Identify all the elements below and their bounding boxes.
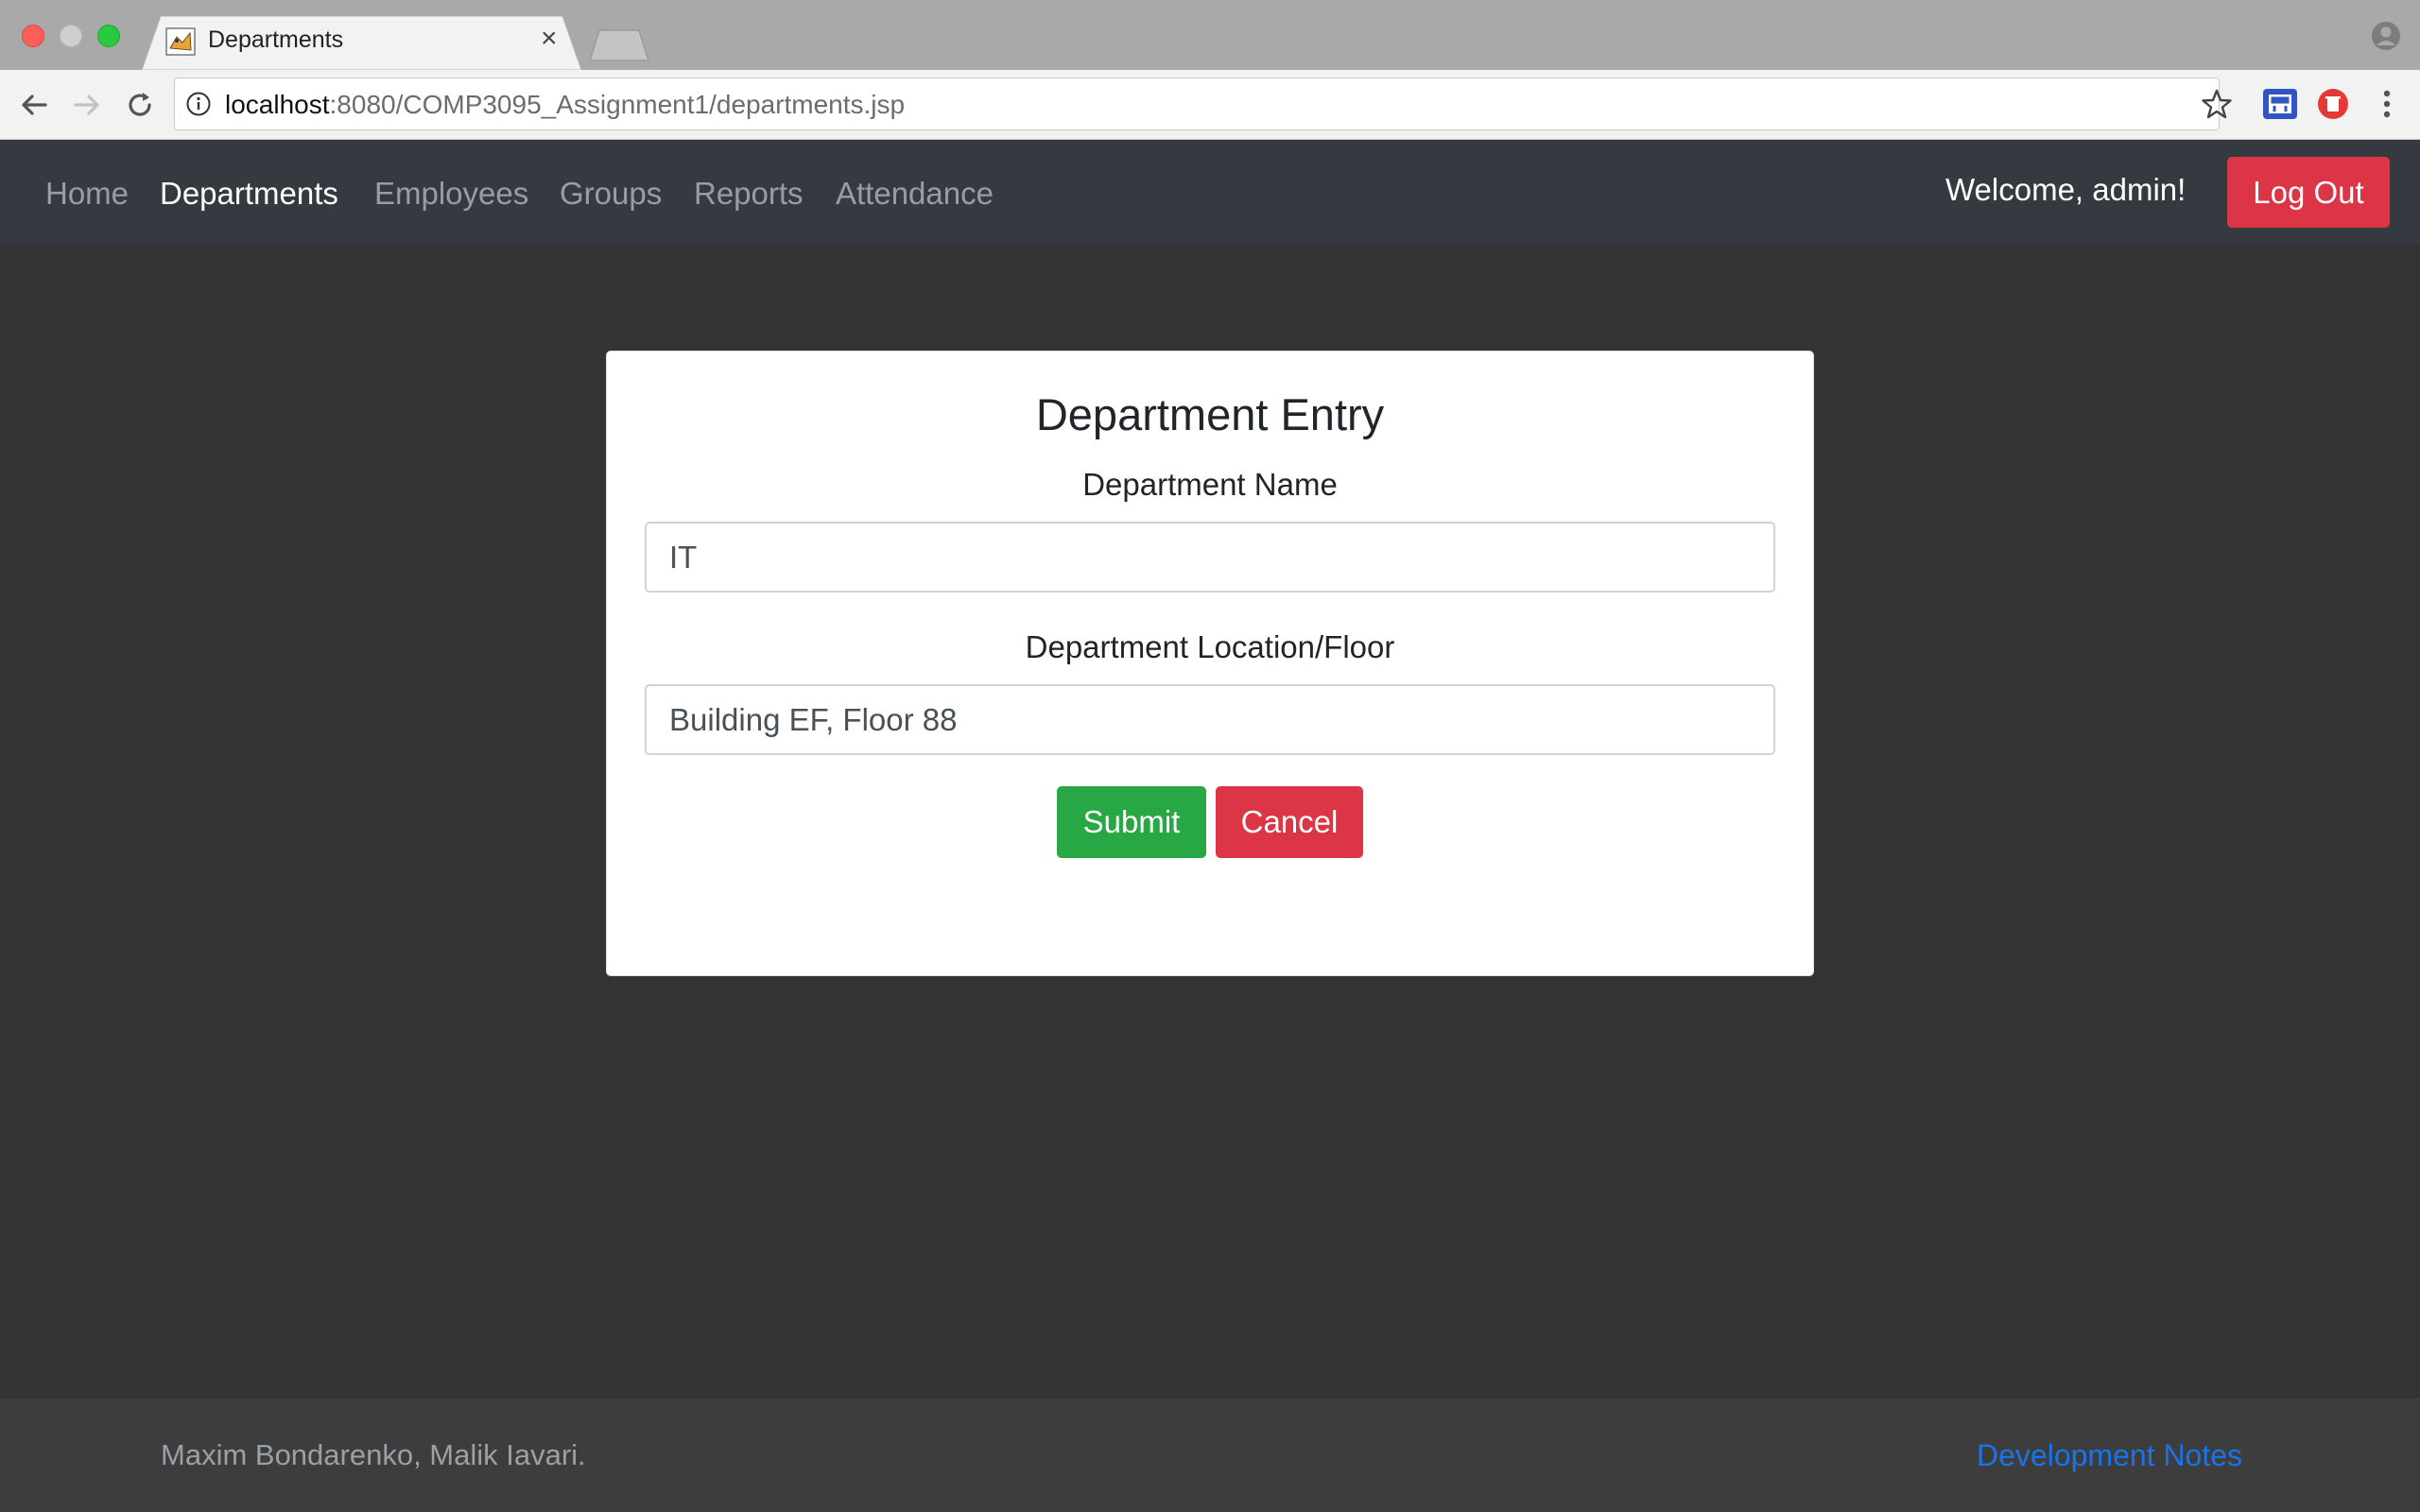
nav-link-reports[interactable]: Reports (694, 176, 804, 212)
tab-close-icon[interactable]: × (541, 25, 558, 53)
tomcat-favicon-icon (165, 27, 196, 56)
url-path: :8080/COMP3095_Assignment1/departments.j… (329, 90, 906, 119)
star-icon[interactable] (2201, 88, 2233, 120)
department-location-input[interactable] (645, 684, 1775, 755)
department-name-label: Department Name (1082, 467, 1338, 502)
submit-button[interactable]: Submit (1057, 786, 1206, 858)
form-title: Department Entry (1035, 389, 1385, 439)
forward-arrow-icon[interactable] (70, 88, 104, 122)
menu-dots-icon[interactable] (2373, 87, 2401, 121)
nav-link-attendance[interactable]: Attendance (836, 176, 994, 212)
extension-icon[interactable] (2261, 85, 2299, 123)
nav-link-employees[interactable]: Employees (374, 176, 528, 212)
footer-authors: Maxim Bondarenko, Malik Iavari. (161, 1438, 586, 1471)
back-arrow-icon[interactable] (17, 88, 51, 122)
url-host: localhost (225, 90, 330, 119)
nav-link-home[interactable]: Home (45, 176, 129, 212)
window-close-button[interactable] (22, 25, 44, 47)
cancel-button[interactable]: Cancel (1216, 786, 1363, 858)
profile-icon[interactable] (2371, 21, 2401, 51)
info-icon[interactable] (185, 91, 212, 117)
browser-tab-title: Departments (208, 26, 344, 53)
welcome-message: Welcome, admin! (1945, 172, 2187, 207)
nav-link-groups[interactable]: Groups (560, 176, 662, 212)
logout-button[interactable]: Log Out (2227, 157, 2390, 228)
address-url[interactable]: localhost:8080/COMP3095_Assignment1/depa… (225, 90, 905, 120)
new-tab-button[interactable] (586, 28, 652, 62)
window-maximize-button[interactable] (97, 25, 120, 47)
department-name-input[interactable] (645, 522, 1775, 593)
department-location-label: Department Location/Floor (1025, 629, 1395, 664)
reload-icon[interactable] (123, 88, 157, 122)
extension-red-icon[interactable] (2316, 87, 2350, 121)
window-minimize-button[interactable] (60, 25, 82, 47)
development-notes-link[interactable]: Development Notes (1977, 1438, 2242, 1473)
nav-link-departments[interactable]: Departments (160, 176, 338, 212)
